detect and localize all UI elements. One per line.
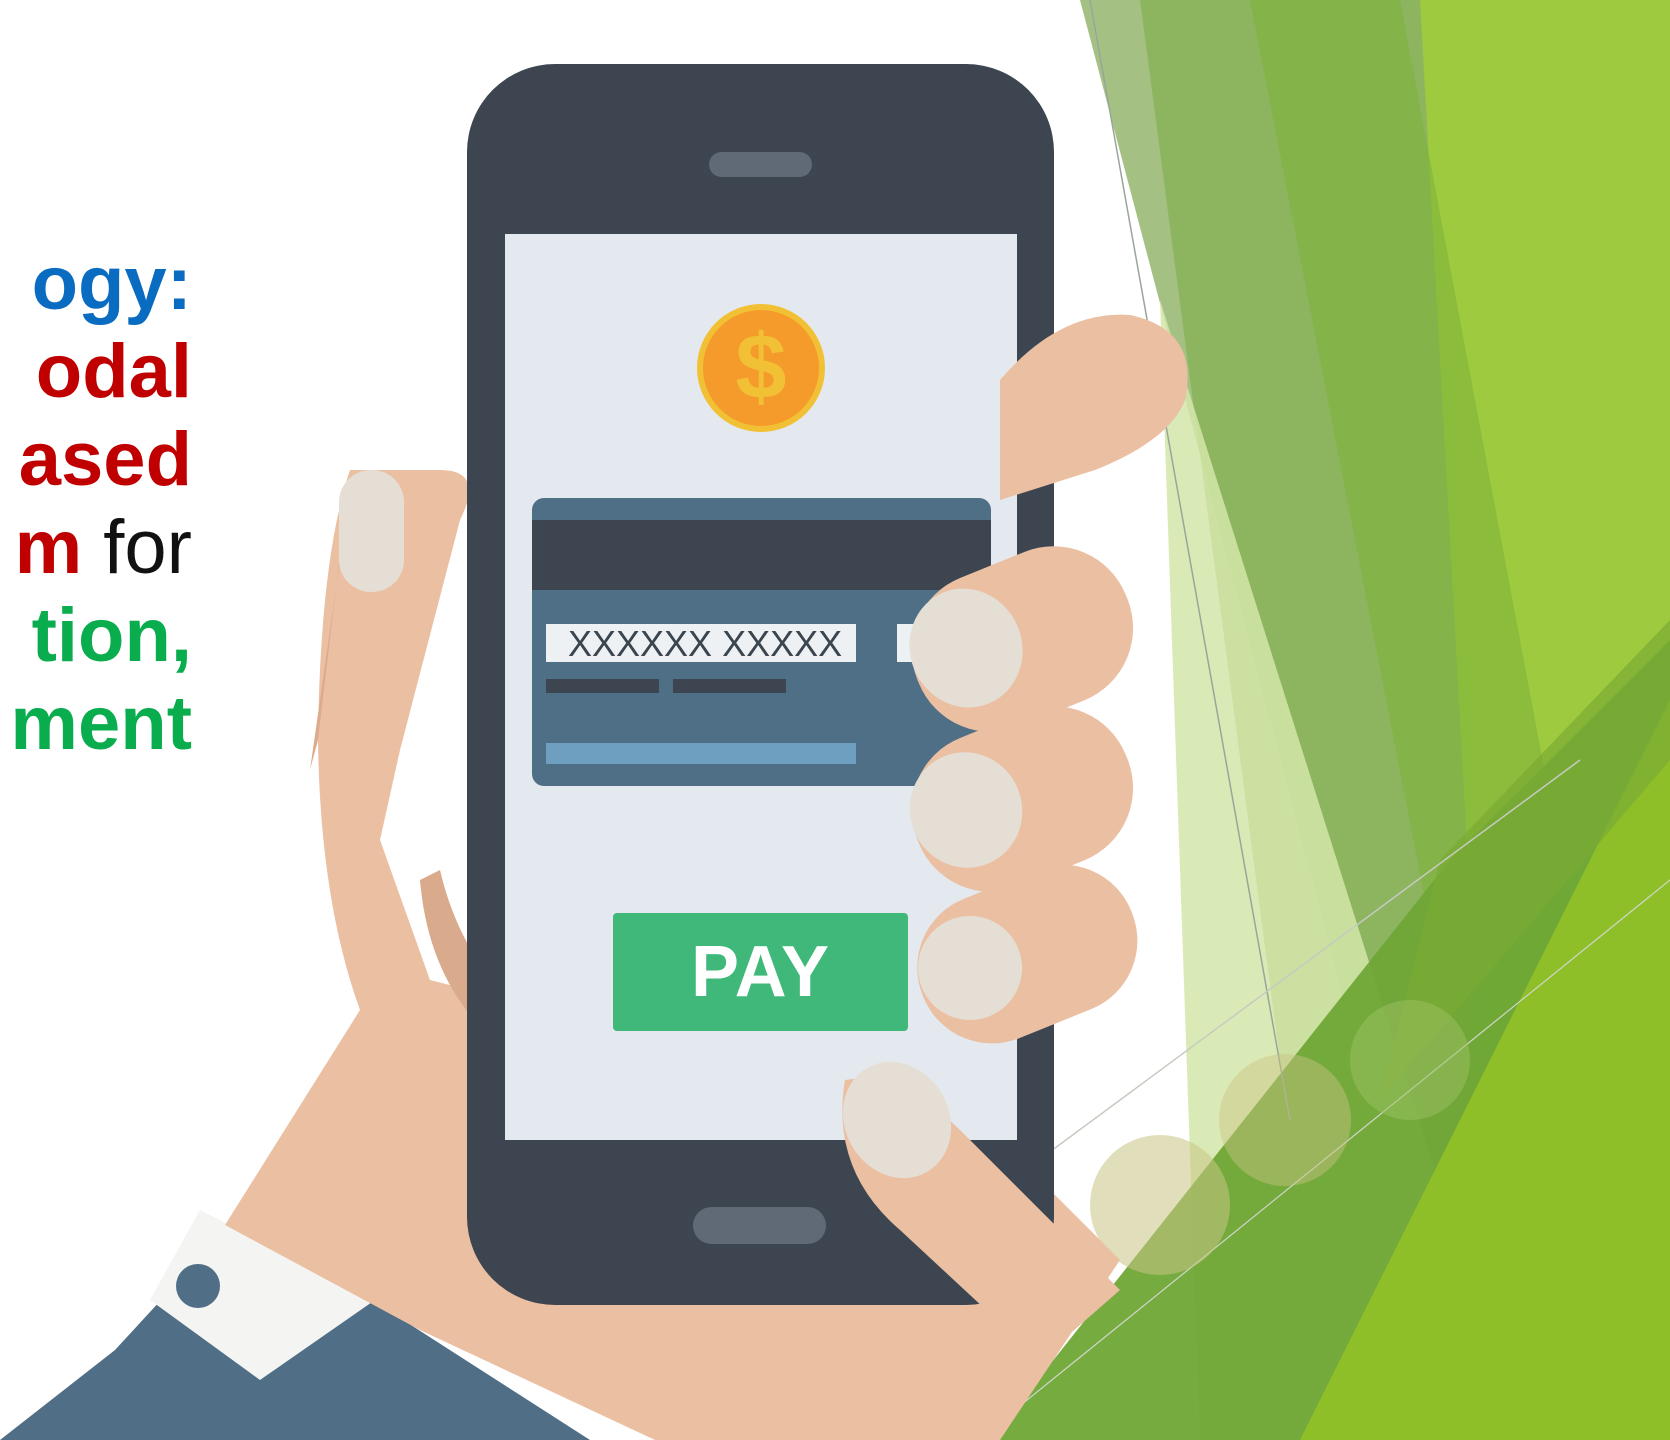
headline-line-3: ased	[18, 417, 192, 502]
headline-line-4-tail: for	[82, 505, 192, 590]
pay-button-label: PAY	[690, 932, 831, 1012]
card-number-field: XXXXXX XXXXX	[546, 624, 856, 662]
pay-button[interactable]: PAY	[613, 913, 908, 1031]
headline: ogy: odal ased m for tion, ment	[10, 240, 192, 768]
headline-line-5: tion,	[31, 593, 192, 678]
background-illustration: $	[0, 0, 1670, 1440]
svg-text:$: $	[735, 316, 786, 418]
headline-line-6: ment	[10, 681, 192, 766]
headline-line-4-bold: m	[14, 505, 83, 590]
headline-line-4: m for	[10, 504, 192, 592]
headline-line-1: ogy:	[31, 241, 192, 326]
headline-line-2: odal	[35, 329, 192, 414]
dollar-coin-icon: $	[697, 304, 825, 432]
